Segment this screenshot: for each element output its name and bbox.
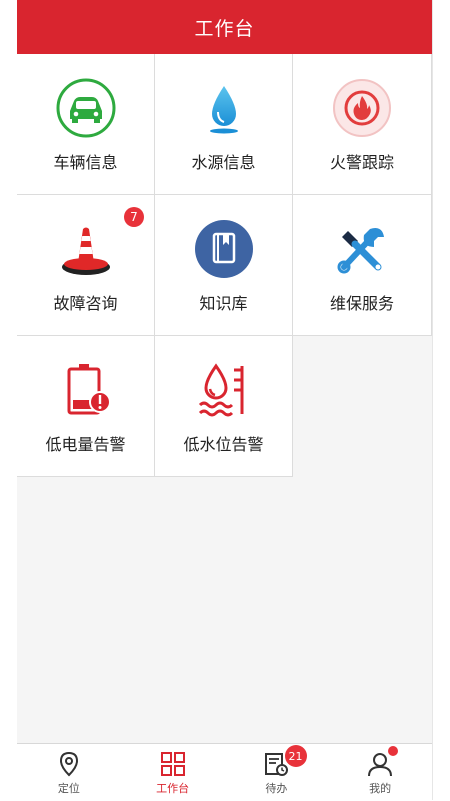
grid-item-low-battery[interactable]: 低电量告警 bbox=[17, 336, 155, 477]
grid-icon bbox=[160, 752, 185, 776]
grid-item-label: 知识库 bbox=[199, 294, 248, 313]
page-title: 工作台 bbox=[17, 0, 432, 54]
water-drop-icon bbox=[209, 86, 238, 134]
divider bbox=[432, 0, 433, 800]
grid-item-label: 低电量告警 bbox=[45, 435, 126, 454]
low-water-level-icon bbox=[198, 363, 243, 417]
fire-alarm-icon bbox=[333, 79, 391, 137]
tools-icon bbox=[337, 228, 384, 274]
car-icon bbox=[56, 78, 115, 138]
grid-item-label: 维保服务 bbox=[329, 294, 394, 313]
grid-item-water-source[interactable]: 水源信息 bbox=[155, 54, 293, 195]
grid-item-vehicle-info[interactable]: 车辆信息 bbox=[17, 54, 155, 195]
low-battery-icon bbox=[67, 364, 111, 415]
fault-count-badge: 7 bbox=[124, 207, 144, 227]
grid-item-label: 低水位告警 bbox=[183, 435, 264, 454]
grid-item-fire-tracking[interactable]: 火警跟踪 bbox=[293, 54, 432, 195]
nav-label: 工作台 bbox=[156, 782, 190, 795]
grid-item-fault-consult[interactable]: 7 故障咨询 bbox=[17, 195, 155, 336]
grid-item-label: 火警跟踪 bbox=[329, 153, 394, 172]
nav-item-mine[interactable]: 我的 bbox=[328, 744, 432, 801]
nav-label: 待办 bbox=[265, 782, 288, 795]
todo-count-badge: 21 bbox=[284, 745, 307, 767]
nav-label: 定位 bbox=[57, 782, 80, 795]
grid-item-low-water-level[interactable]: 低水位告警 bbox=[155, 336, 293, 477]
traffic-cone-icon bbox=[61, 227, 110, 275]
bottom-nav: 定位 工作台 21 待办 我的 bbox=[17, 743, 432, 801]
book-icon bbox=[194, 220, 253, 278]
grid-item-knowledge-base[interactable]: 知识库 bbox=[155, 195, 293, 336]
nav-item-todo[interactable]: 21 待办 bbox=[225, 744, 329, 801]
nav-label: 我的 bbox=[369, 782, 392, 795]
location-pin-icon bbox=[59, 751, 78, 777]
grid-item-maintenance[interactable]: 维保服务 bbox=[293, 195, 432, 336]
nav-item-workbench[interactable]: 工作台 bbox=[121, 744, 225, 801]
nav-item-location[interactable]: 定位 bbox=[17, 744, 121, 801]
grid-item-label: 车辆信息 bbox=[53, 153, 118, 172]
grid-item-label: 故障咨询 bbox=[53, 294, 118, 313]
page-title-text: 工作台 bbox=[194, 17, 255, 40]
notification-dot bbox=[388, 746, 399, 756]
grid-item-label: 水源信息 bbox=[191, 153, 256, 172]
